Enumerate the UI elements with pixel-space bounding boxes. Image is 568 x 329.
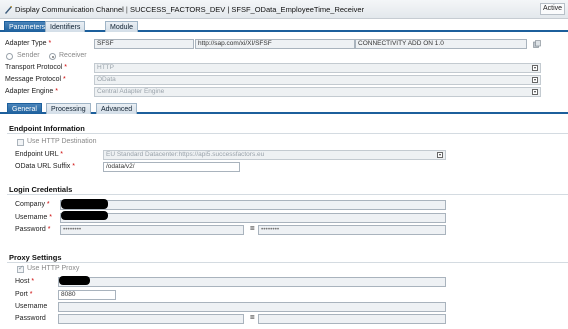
window-path: SUCCESS_FACTORS_DEV | SFSF_OData_Employe… [129,5,365,14]
tab-advanced[interactable]: Advanced [96,103,138,114]
use-http-proxy-checkbox[interactable] [17,264,24,273]
transport-protocol-select[interactable]: HTTP [94,63,541,73]
divider [7,133,568,134]
proxy-password-label: Password [15,315,46,322]
required-marker: * [47,226,51,233]
username-label: Username * [15,214,52,221]
username-input[interactable] [60,213,446,223]
required-marker: * [64,64,68,71]
odata-suffix-label-text: OData URL Suffix [15,163,71,170]
title-bar: Display Communication Channel | SUCCESS_… [0,0,568,19]
odata-suffix-label: OData URL Suffix * [15,163,75,170]
dropdown-icon[interactable] [437,152,443,158]
adapter-type-field[interactable]: SFSF [94,39,194,49]
transport-protocol-label: Transport Protocol * [5,64,67,71]
use-http-destination-checkbox[interactable] [17,139,24,146]
sender-radio[interactable] [6,53,13,60]
endpoint-url-label: Endpoint URL * [15,151,63,158]
tab-parameters[interactable]: Parameters [4,21,51,32]
company-label-text: Company [15,201,45,208]
transport-protocol-label-text: Transport Protocol [5,64,63,71]
endpoint-url-label-text: Endpoint URL [15,151,59,158]
port-label: Port * [15,291,33,298]
adapter-namespace-field[interactable]: http://sap.com/xi/XI/SFSF [195,39,355,49]
dropdown-icon[interactable] [532,65,538,71]
password-input[interactable]: •••••••• [60,225,244,235]
equals-sign: = [250,313,255,322]
divider [7,262,568,263]
message-protocol-select[interactable]: OData [94,75,541,85]
host-input[interactable] [58,277,446,287]
required-marker: * [49,214,52,221]
password-label-text: Password [15,226,46,233]
required-marker: * [62,76,66,83]
login-credentials-heading: Login Credentials [9,185,73,194]
tab-processing[interactable]: Processing [46,103,91,114]
proxy-password-confirm-input[interactable] [258,314,446,324]
company-label: Company * [15,201,50,208]
adapter-type-label-text: Adapter Type [5,40,47,47]
tab-identifiers[interactable]: Identifiers [45,21,86,32]
endpoint-url-select[interactable]: EU Standard Datacenter:https://api5.succ… [103,150,446,160]
redaction-mark [59,276,90,285]
adapter-type-label: Adapter Type * [5,40,51,47]
copy-icon[interactable] [533,40,541,48]
endpoint-section-heading: Endpoint Information [9,124,85,133]
odata-suffix-input[interactable]: /odata/v2/ [103,162,240,172]
port-input[interactable]: 8080 [58,290,116,300]
tab-module[interactable]: Module [105,21,138,32]
port-label-text: Port [15,291,28,298]
required-marker: * [46,201,50,208]
receiver-radio[interactable] [49,53,56,60]
required-marker: * [31,278,35,285]
host-label-text: Host [15,278,30,285]
message-protocol-label: Message Protocol * [5,76,66,83]
username-label-text: Username [15,214,48,221]
divider [7,194,568,195]
adapter-engine-label: Adapter Engine * [5,88,58,95]
tab-general[interactable]: General [7,103,42,114]
use-http-proxy-label: Use HTTP Proxy [27,265,80,272]
sender-label: Sender [17,52,40,59]
proxy-username-label: Username [15,303,48,310]
status-badge: Active [540,3,565,15]
required-marker: * [60,151,64,158]
proxy-settings-heading: Proxy Settings [9,253,62,262]
host-label: Host * [15,278,34,285]
dropdown-icon[interactable] [532,77,538,83]
equals-sign: = [250,224,255,233]
top-tab-strip: Parameters Identifiers Module [0,20,568,32]
sub-tab-strip: General Processing Advanced [0,103,568,114]
redaction-mark [61,211,108,220]
adapter-engine-select[interactable]: Central Adapter Engine [94,87,541,97]
message-protocol-label-text: Message Protocol [5,76,62,83]
adapter-engine-label-text: Adapter Engine [5,88,54,95]
required-marker: * [48,40,52,47]
use-http-destination-label: Use HTTP Destination [27,138,97,145]
proxy-password-input[interactable] [58,314,244,324]
required-marker: * [29,291,33,298]
required-marker: * [72,163,75,170]
required-marker: * [55,88,58,95]
software-component-field[interactable]: CONNECTIVITY ADD ON 1.0 [355,39,527,49]
proxy-username-input[interactable] [58,302,446,312]
redaction-mark [61,199,108,209]
receiver-label: Receiver [59,52,87,59]
window-title: Display Communication Channel | SUCCESS_… [15,5,365,14]
dropdown-icon[interactable] [532,89,538,95]
communication-channel-icon [5,6,12,14]
window-title-text: Display Communication Channel [15,5,124,14]
password-confirm-input[interactable]: •••••••• [258,225,446,235]
company-input[interactable] [60,200,446,210]
password-label: Password * [15,226,50,233]
